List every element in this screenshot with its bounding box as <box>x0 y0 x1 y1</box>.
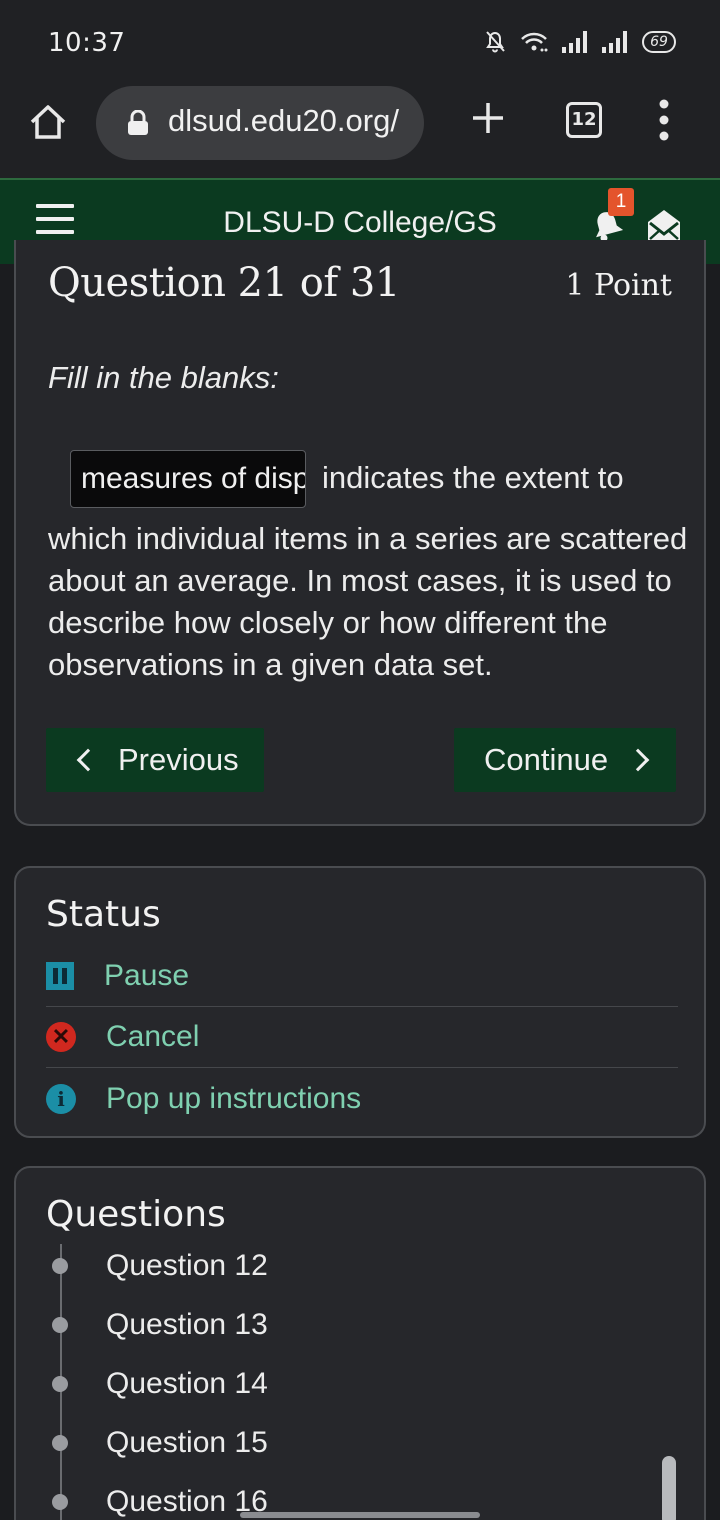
pause-link[interactable]: Pause <box>46 946 678 1007</box>
status-heading: Status <box>46 894 161 935</box>
timeline-dot <box>52 1317 68 1333</box>
pause-label: Pause <box>104 959 190 992</box>
battery-icon: 69 <box>642 31 676 53</box>
mute-icon <box>486 31 505 53</box>
popup-instructions-label: Pop up instructions <box>106 1081 362 1115</box>
question-list-item[interactable]: Question 13 <box>52 1305 268 1345</box>
mail-icon[interactable] <box>646 208 682 242</box>
wifi-icon <box>521 32 548 52</box>
plus-icon[interactable] <box>470 100 506 136</box>
question-list-item[interactable]: Question 14 <box>52 1364 268 1404</box>
question-item-label: Question 15 <box>106 1426 268 1459</box>
popup-instructions-link[interactable]: i Pop up instructions <box>46 1068 678 1129</box>
question-title: Question 21 of 31 <box>48 260 400 306</box>
question-points: 1 Point <box>565 268 672 303</box>
questions-card: Questions Question 12 Question 13 Questi… <box>14 1166 706 1520</box>
question-item-label: Question 12 <box>106 1249 268 1282</box>
question-item-label: Question 13 <box>106 1308 268 1341</box>
info-icon: i <box>46 1083 76 1114</box>
signal-icon <box>562 31 587 53</box>
question-text-after-blank: indicates the extent to <box>322 460 624 495</box>
questions-heading: Questions <box>46 1194 226 1235</box>
question-list-item[interactable]: Question 15 <box>52 1423 268 1463</box>
timeline-dot <box>52 1494 68 1510</box>
question-item-label: Question 14 <box>106 1367 268 1400</box>
system-icons: 69 <box>484 30 676 54</box>
notification-badge: 1 <box>608 188 634 216</box>
signal-icon <box>602 31 627 53</box>
previous-button-label: Previous <box>118 742 239 777</box>
timeline-dot <box>52 1435 68 1451</box>
chevron-right-icon <box>626 748 650 772</box>
continue-button-label: Continue <box>484 742 609 777</box>
timeline-dot <box>52 1258 68 1274</box>
status-card: Status Pause ✕ Cancel i Pop up instructi… <box>14 866 706 1138</box>
cancel-label: Cancel <box>106 1020 200 1053</box>
continue-button[interactable]: Continue <box>454 728 676 792</box>
timeline-dot <box>52 1376 68 1392</box>
url-text: dlsud.edu20.org/ <box>168 103 399 138</box>
question-card: Question 21 of 31 1 Point Fill in the bl… <box>14 240 706 826</box>
clock: 10:37 <box>48 28 126 58</box>
question-instruction: Fill in the blanks: <box>48 360 279 395</box>
answer-blank-input[interactable]: measures of dispersion <box>70 450 306 508</box>
question-body: which individual items in a series are s… <box>48 521 688 682</box>
cancel-link[interactable]: ✕ Cancel <box>46 1007 678 1068</box>
home-icon[interactable] <box>28 102 68 142</box>
question-list-item[interactable]: Question 16 <box>52 1482 268 1520</box>
browser-toolbar: dlsud.edu20.org/ 12 <box>0 86 720 178</box>
system-status-bar: 10:37 69 <box>0 0 720 86</box>
chevron-left-icon <box>76 748 100 772</box>
previous-button[interactable]: Previous <box>46 728 264 792</box>
tabs-icon[interactable]: 12 <box>566 102 602 138</box>
scrollbar-thumb[interactable] <box>662 1456 676 1520</box>
question-list-item[interactable]: Question 12 <box>52 1246 268 1286</box>
cancel-icon: ✕ <box>46 1022 76 1052</box>
home-indicator[interactable] <box>240 1512 480 1518</box>
address-bar[interactable]: dlsud.edu20.org/ <box>96 86 424 160</box>
lock-icon <box>128 110 148 135</box>
pause-icon <box>46 962 74 990</box>
more-icon[interactable] <box>654 98 674 142</box>
